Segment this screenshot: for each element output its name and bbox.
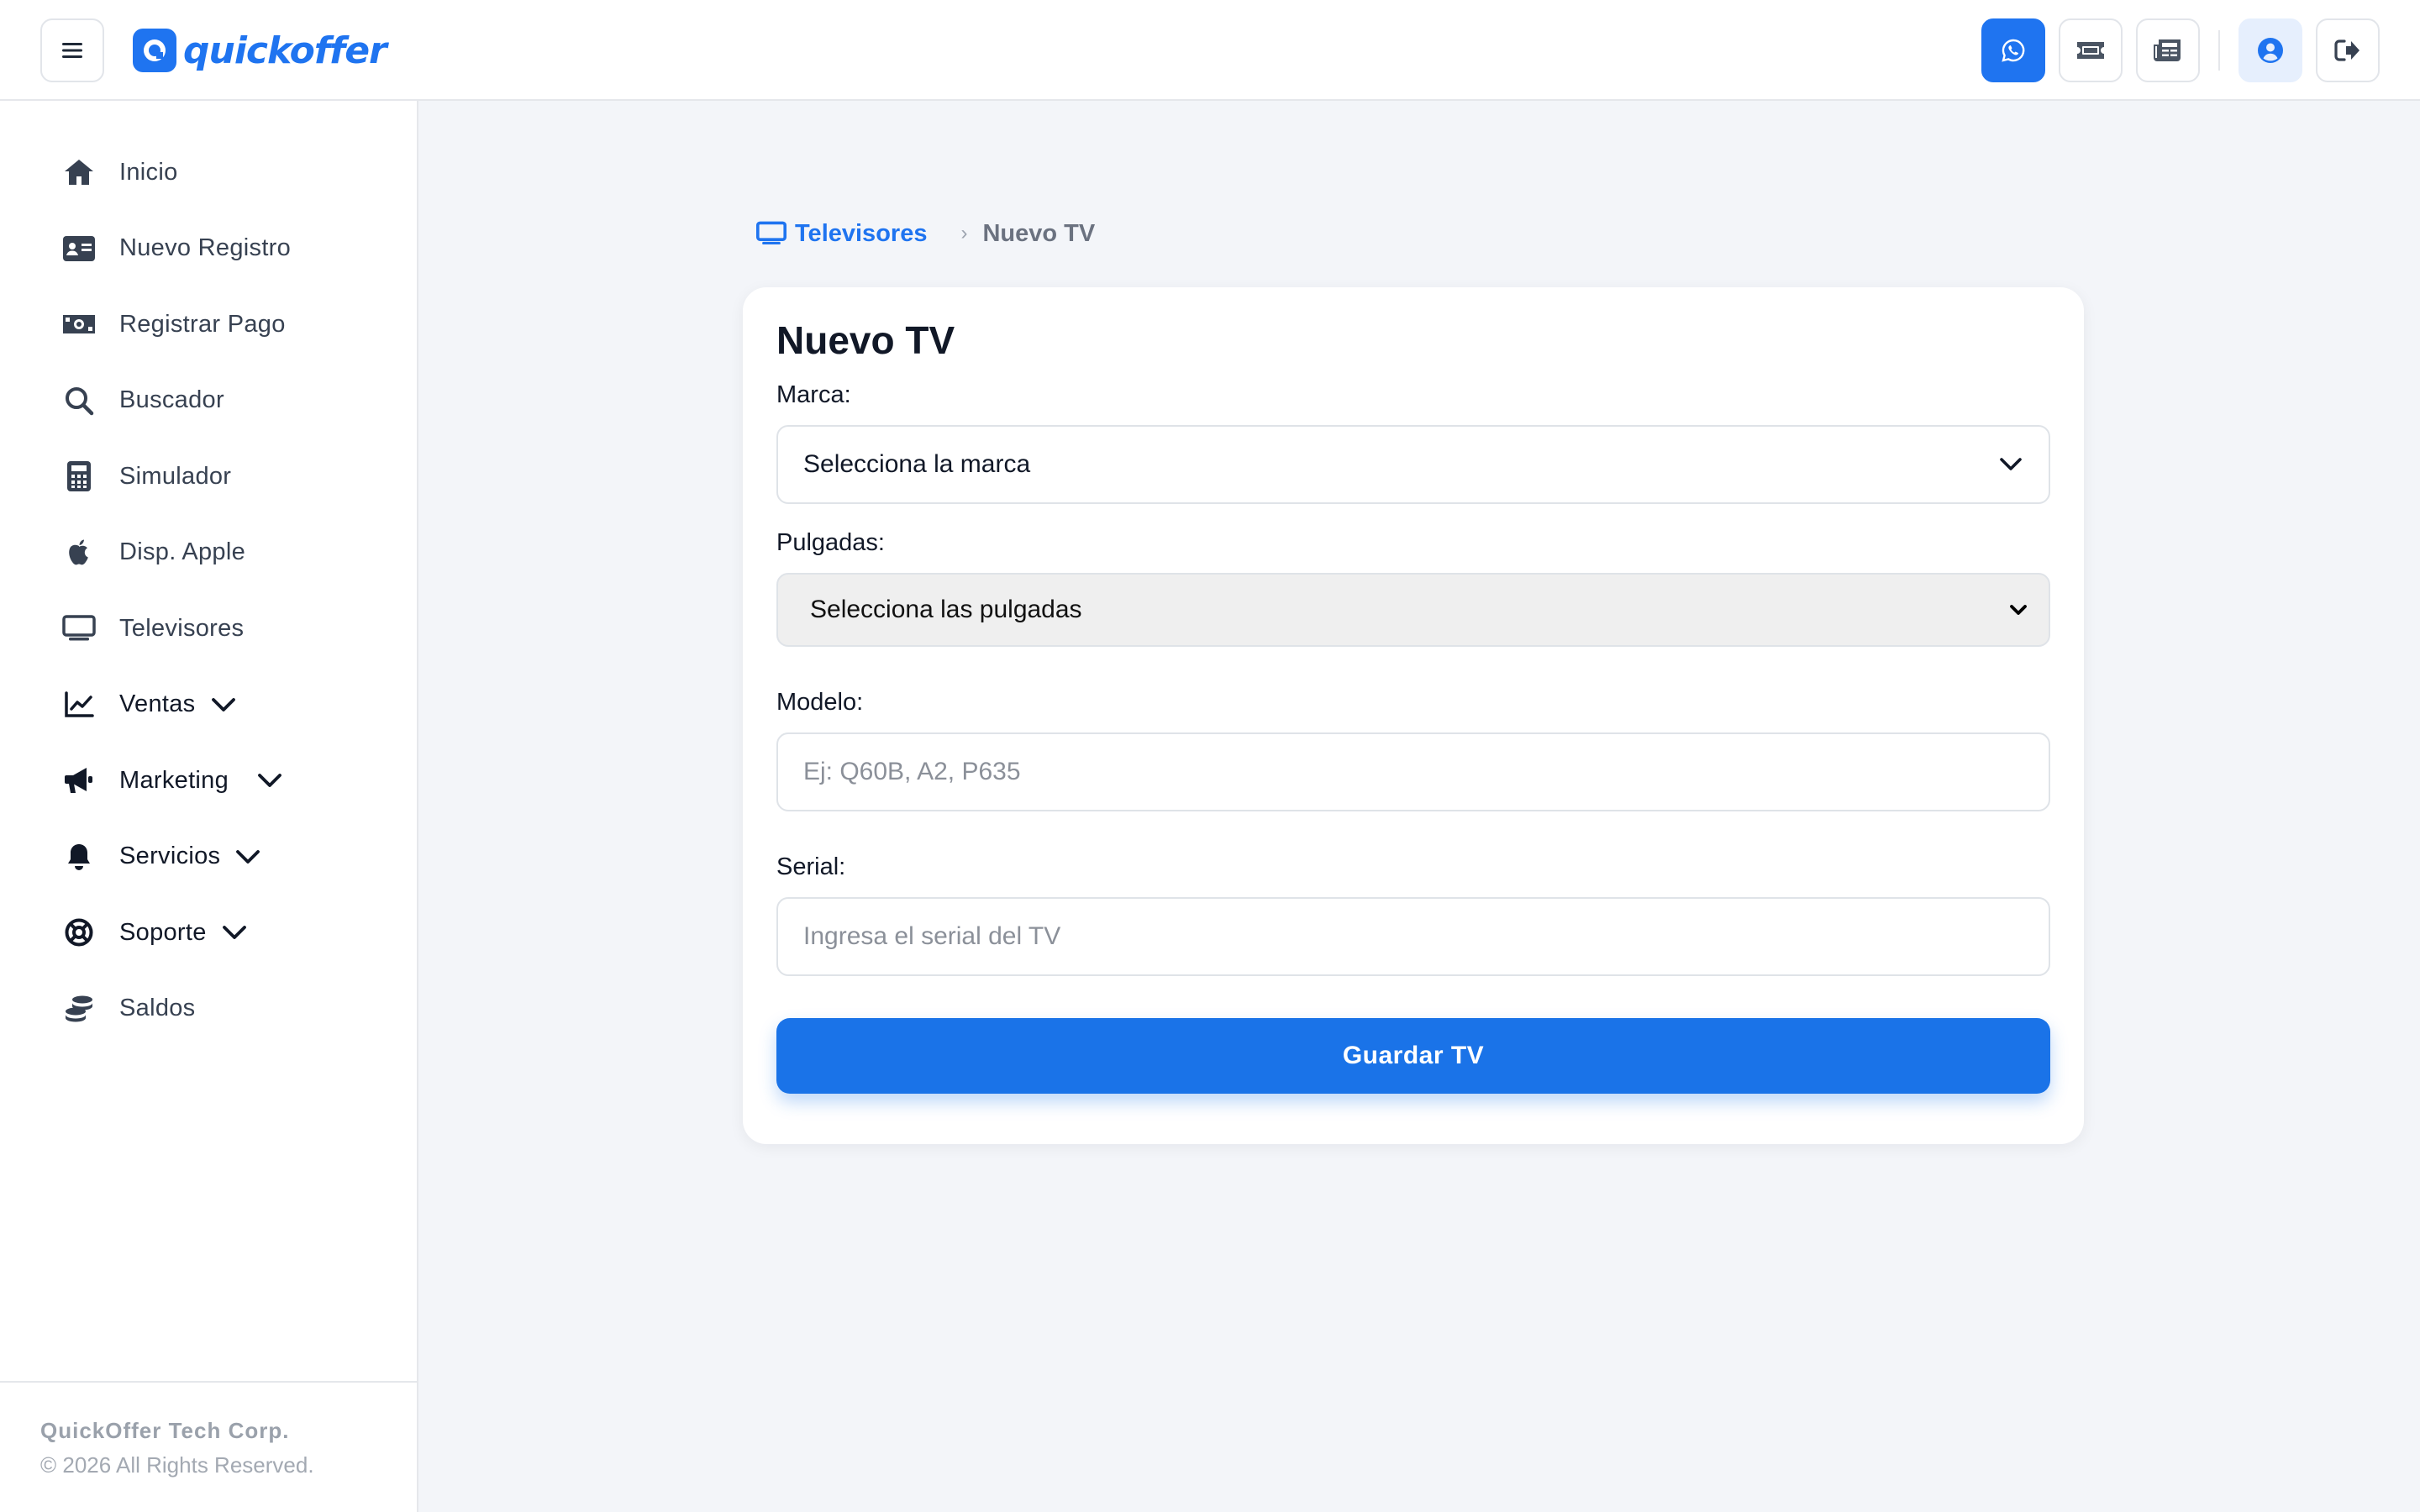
sidebar-item-label: Inicio [119,158,178,186]
page-title: Nuevo TV [776,318,955,362]
coins-icon [62,992,96,1026]
breadcrumb: Televisores › Nuevo TV [756,217,1095,250]
toolbar-divider [2218,30,2220,71]
logout-button[interactable] [2316,18,2380,82]
brand-select-value: Selecciona la marca [803,450,1031,478]
sidebar-item-label: Soporte [119,918,207,946]
sidebar: Inicio Nuevo Registro Registrar Pago Bus… [0,101,418,1512]
sidebar-item-inicio[interactable]: Inicio [0,134,417,211]
sidebar-item-soporte[interactable]: Soporte [0,895,417,971]
user-circle-icon [2258,38,2283,63]
money-bill-icon [62,307,96,341]
whatsapp-icon [2002,39,2025,62]
sidebar-nav: Inicio Nuevo Registro Registrar Pago Bus… [0,134,417,1047]
footer-copyright: © 2026 All Rights Reserved. [40,1452,314,1478]
hamburger-icon [62,43,82,58]
brand-select[interactable]: Selecciona la marca [776,425,2050,504]
inches-select-value: Selecciona las pulgadas [810,596,1082,623]
model-input[interactable] [776,732,2050,811]
chevron-down-icon[interactable] [235,843,264,871]
chevron-down-icon [2000,458,2022,470]
chevron-down-icon [2010,605,2027,615]
life-ring-icon [62,916,96,949]
sidebar-item-disp-apple[interactable]: Disp. Apple [0,515,417,591]
footer-company: QuickOffer Tech Corp. [40,1418,290,1443]
whatsapp-button[interactable] [1981,18,2045,82]
breadcrumb-televisores-link[interactable]: Televisores [756,220,927,248]
breadcrumb-separator-icon: › [960,222,968,244]
sidebar-item-nuevo-registro[interactable]: Nuevo Registro [0,211,417,287]
sidebar-item-registrar-pago[interactable]: Registrar Pago [0,286,417,363]
brand-name: quickoffer [183,29,387,72]
logo-mark-icon [133,29,176,72]
newspaper-icon [2154,39,2181,61]
sidebar-item-buscador[interactable]: Buscador [0,363,417,439]
breadcrumb-current: Nuevo TV [982,219,1096,247]
sidebar-item-label: Marketing [119,766,229,794]
serial-label: Serial: [776,853,846,880]
chevron-down-icon[interactable] [222,918,250,947]
sidebar-item-simulador[interactable]: Simulador [0,438,417,515]
sidebar-item-label: Simulador [119,462,232,490]
id-card-icon [62,232,96,265]
calculator-icon [62,459,96,493]
sign-out-icon [2334,39,2360,61]
sidebar-item-marketing[interactable]: Marketing [0,743,417,819]
tv-icon [756,221,786,245]
sidebar-footer: QuickOffer Tech Corp. © 2026 All Rights … [0,1381,417,1512]
tickets-button[interactable] [2059,18,2123,82]
sidebar-item-label: Registrar Pago [119,310,286,338]
chart-line-icon [62,688,96,722]
profile-button[interactable] [2238,18,2302,82]
bell-icon [62,840,96,874]
sidebar-item-label: Servicios [119,843,221,870]
search-icon [62,384,96,417]
brand-logo[interactable]: quickoffer [133,25,387,76]
brand-label: Marca: [776,381,851,408]
ticket-icon [2077,42,2104,59]
news-button[interactable] [2136,18,2200,82]
sidebar-item-servicios[interactable]: Servicios [0,819,417,895]
apple-icon [62,536,96,570]
chevron-down-icon[interactable] [257,766,286,795]
save-tv-button[interactable]: Guardar TV [776,1018,2050,1094]
serial-input[interactable] [776,897,2050,976]
sidebar-item-label: Nuevo Registro [119,234,292,262]
model-label: Modelo: [776,689,864,716]
new-tv-form-card: Nuevo TV Marca: Selecciona la marca Pulg… [743,287,2084,1144]
menu-toggle-button[interactable] [40,18,104,82]
inches-select[interactable]: Selecciona las pulgadas [776,573,2050,647]
inches-label: Pulgadas: [776,529,885,556]
top-bar: quickoffer [0,0,2420,101]
bullhorn-icon [62,764,96,797]
sidebar-item-label: Ventas [119,690,196,718]
home-icon [62,155,96,189]
sidebar-item-ventas[interactable]: Ventas [0,667,417,743]
sidebar-item-label: Televisores [119,614,245,642]
top-actions [1968,18,2380,82]
chevron-down-icon[interactable] [211,690,239,719]
sidebar-item-televisores[interactable]: Televisores [0,591,417,667]
sidebar-item-label: Buscador [119,386,224,414]
sidebar-item-label: Disp. Apple [119,538,245,566]
tv-icon [62,612,96,645]
sidebar-item-saldos[interactable]: Saldos [0,971,417,1047]
breadcrumb-parent-label: Televisores [795,219,928,247]
sidebar-item-label: Saldos [119,995,196,1022]
